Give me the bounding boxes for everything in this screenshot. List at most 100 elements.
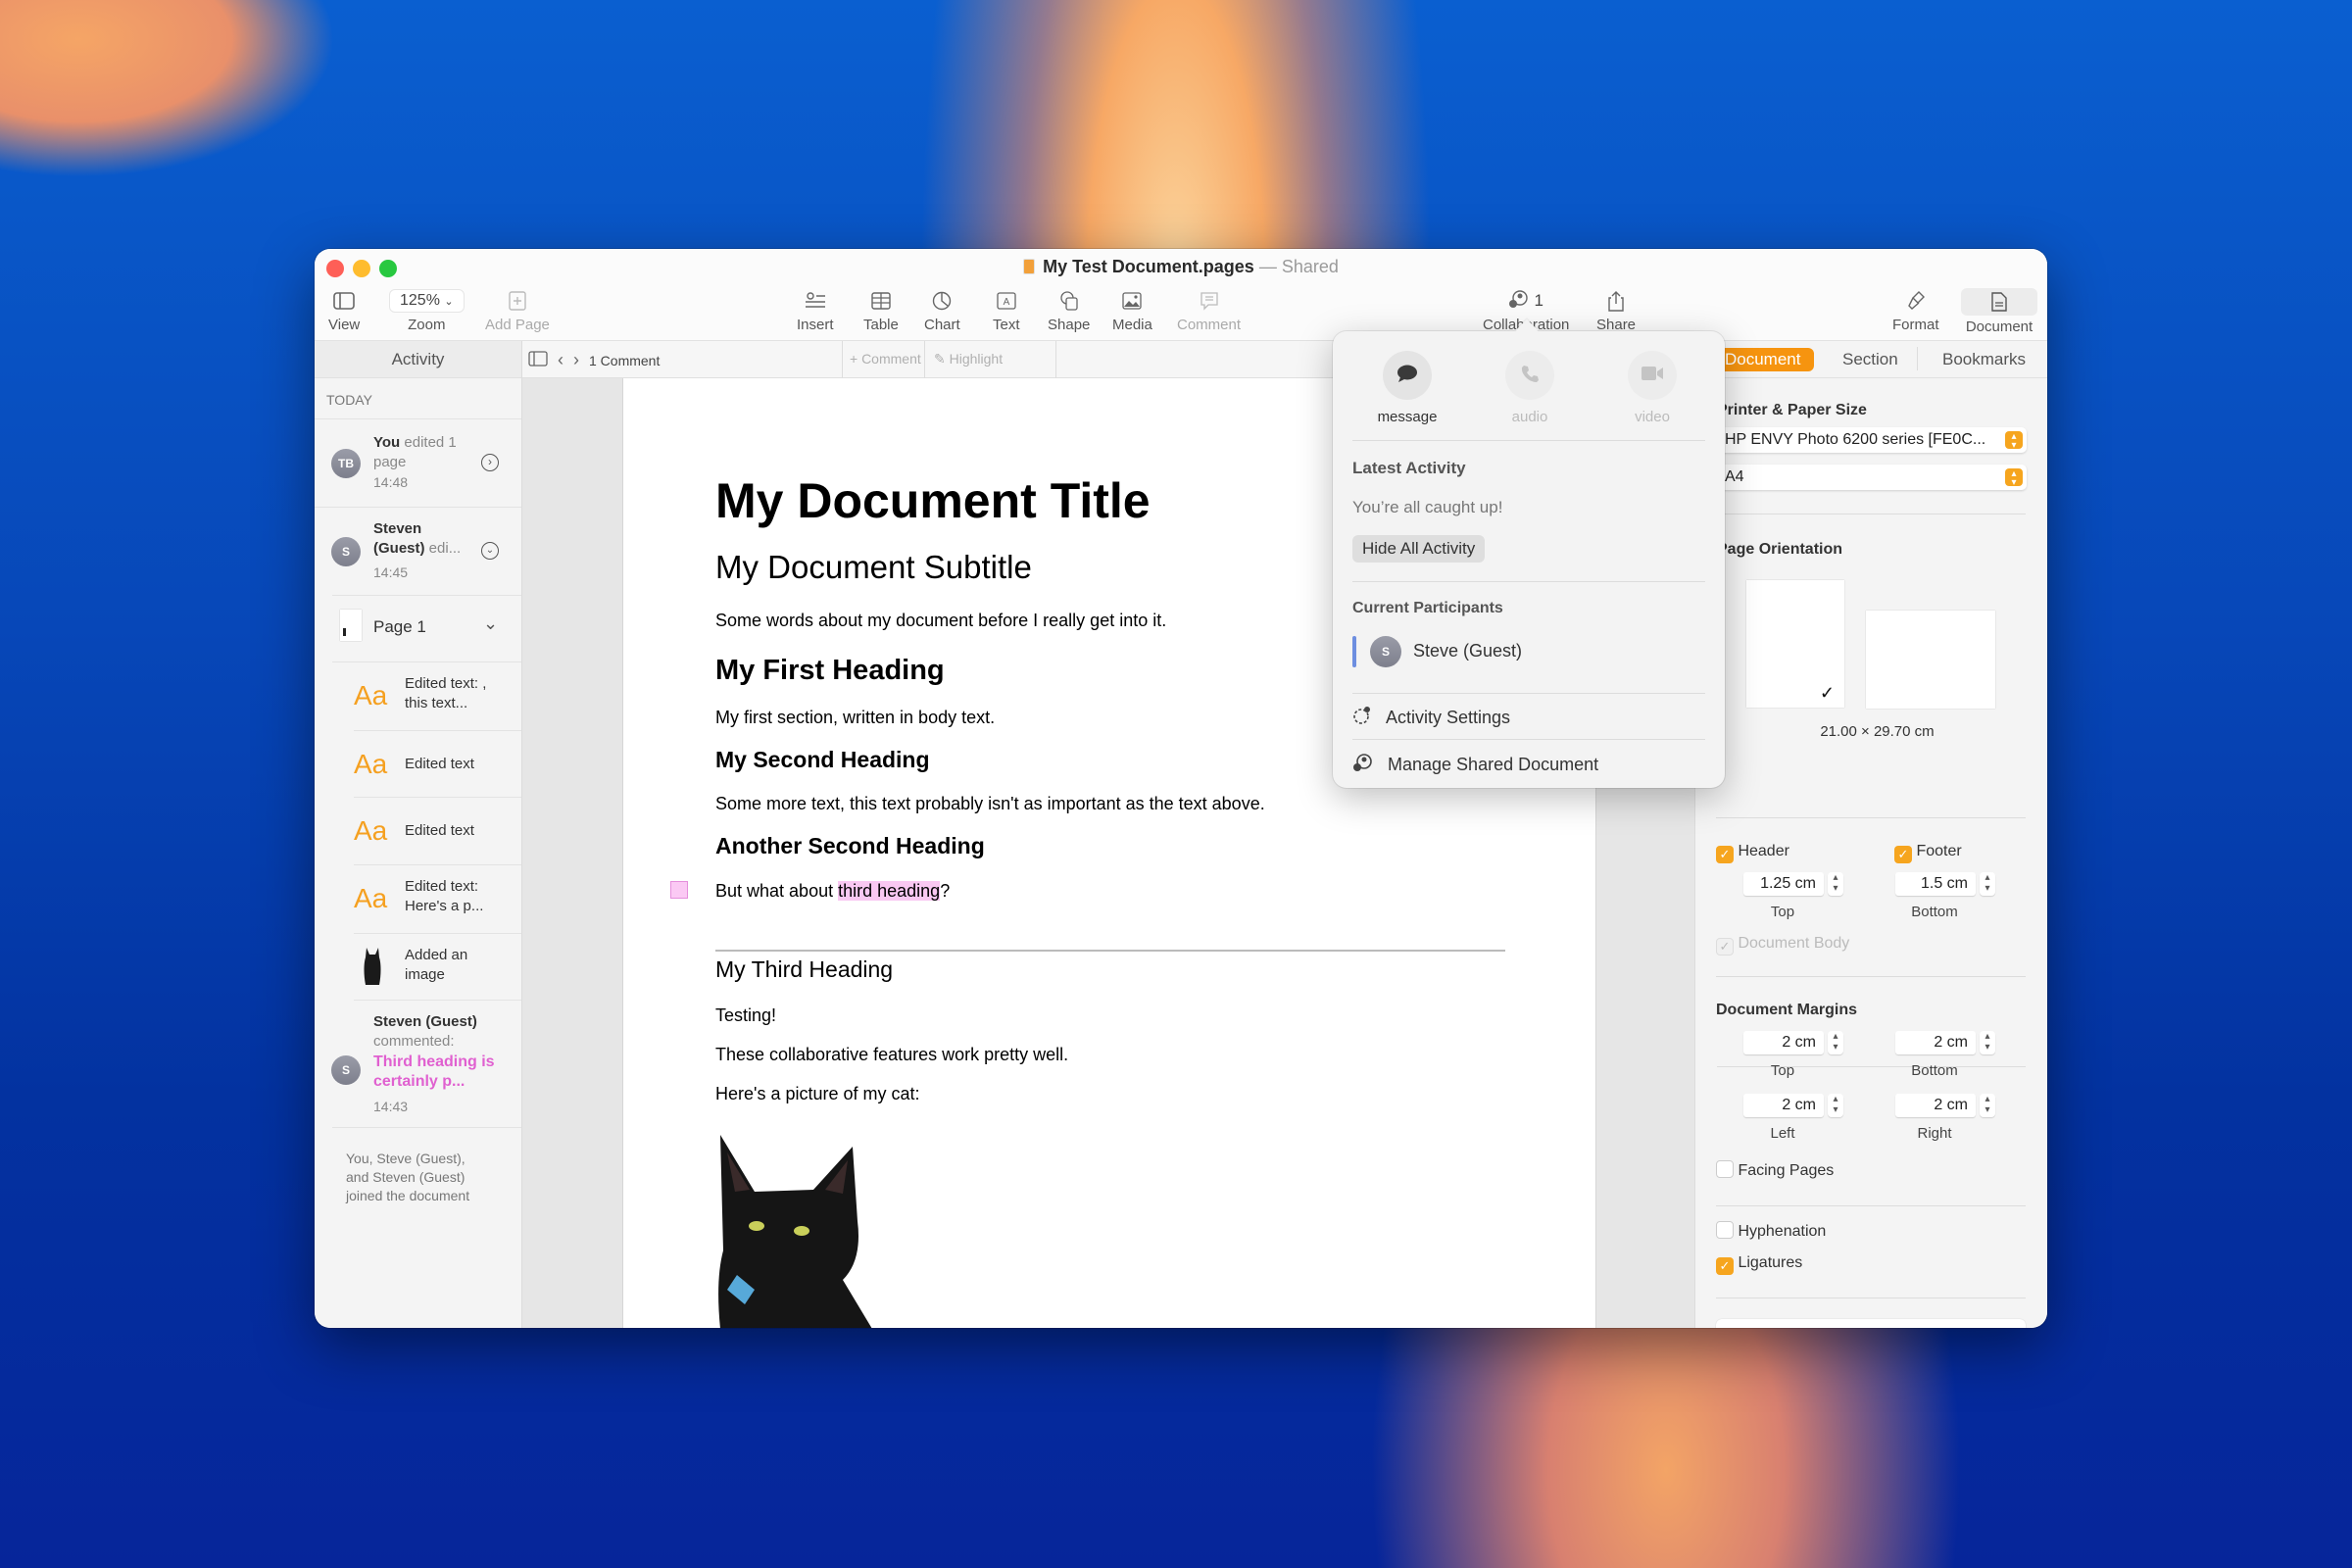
activity-item[interactable]: Aa Edited text: , this text... xyxy=(354,662,521,731)
doc-heading-3[interactable]: My Third Heading xyxy=(715,956,893,983)
activity-settings-item[interactable]: Activity Settings xyxy=(1352,706,1510,730)
doc-paragraph[interactable]: Testing! xyxy=(715,1005,776,1026)
insert-button[interactable]: Insert xyxy=(797,288,834,333)
doc-paragraph[interactable]: But what about third heading? xyxy=(715,881,950,902)
chart-icon xyxy=(932,288,952,314)
header-margin-value[interactable]: 1.25 cm xyxy=(1743,872,1824,896)
previous-comment-icon[interactable]: ‹ xyxy=(558,350,564,370)
document-label: Document xyxy=(1965,318,2034,335)
margin-top-value[interactable]: 2 cm xyxy=(1743,1031,1824,1054)
stepper-arrows-icon[interactable]: ▴ ▾ xyxy=(1828,1094,1843,1117)
activity-item[interactable]: Added an image xyxy=(354,934,521,1001)
inspector-tabs: Document Section Bookmarks xyxy=(1695,341,2047,378)
comment-marker[interactable] xyxy=(670,881,688,899)
footer-margin-value[interactable]: 1.5 cm xyxy=(1895,872,1976,896)
activity-user: Steven (Guest) xyxy=(373,520,425,557)
printer-value: HP ENVY Photo 6200 series [FE0C... xyxy=(1725,431,1986,448)
share-button[interactable]: Share xyxy=(1596,288,1636,333)
doc-title[interactable]: My Document Title xyxy=(715,472,1151,529)
doc-intro[interactable]: Some words about my document before I re… xyxy=(715,611,1166,631)
message-button[interactable] xyxy=(1383,351,1432,400)
activity-item[interactable]: Aa Edited text xyxy=(354,731,521,798)
title-separator: — xyxy=(1258,257,1277,276)
table-button[interactable]: Table xyxy=(863,288,899,333)
format-button[interactable]: Format xyxy=(1892,288,1939,333)
doc-paragraph[interactable]: Some more text, this text probably isn't… xyxy=(715,794,1265,814)
footer-checkbox[interactable]: ✓ Footer xyxy=(1894,843,1962,863)
add-page-button[interactable]: Add Page xyxy=(485,288,550,333)
participant-name[interactable]: Steve (Guest) xyxy=(1413,641,1522,662)
hide-all-activity-button[interactable]: Hide All Activity xyxy=(1352,535,1486,563)
margin-top-stepper[interactable]: 2 cm ▴ ▾ xyxy=(1743,1031,1843,1054)
checkbox-unchecked-icon xyxy=(1716,1160,1734,1178)
doc-subtitle[interactable]: My Document Subtitle xyxy=(715,549,1032,586)
highlighted-text[interactable]: third heading xyxy=(838,881,941,901)
chevron-right-circle-icon[interactable]: › xyxy=(481,454,499,471)
paper-size-select[interactable]: A4 ▴ ▾ xyxy=(1717,465,2027,490)
stepper-arrows-icon[interactable]: ▴ ▾ xyxy=(1828,1031,1843,1054)
doc-paragraph[interactable]: These collaborative features work pretty… xyxy=(715,1045,1068,1065)
activity-item[interactable]: Aa Edited text xyxy=(354,798,521,865)
doc-heading-2[interactable]: Another Second Heading xyxy=(715,833,985,859)
manage-shared-document-item[interactable]: Manage Shared Document xyxy=(1352,753,1598,777)
stepper-arrows-icon[interactable]: ▴ ▾ xyxy=(1980,872,1995,896)
activity-item[interactable]: TB You edited 1 page 14:48 › xyxy=(315,419,521,508)
collaboration-icon xyxy=(1508,289,1530,314)
updown-chevron-icon: ▴ ▾ xyxy=(2005,431,2023,451)
printer-select[interactable]: HP ENVY Photo 6200 series [FE0C... ▴ ▾ xyxy=(1717,427,2027,453)
toolbar: My Test Document.pages — Shared View 125… xyxy=(315,249,2047,341)
stepper-arrows-icon[interactable]: ▴ ▾ xyxy=(1980,1094,1995,1117)
stepper-arrows-icon[interactable]: ▴ ▾ xyxy=(1828,872,1843,896)
highlight-button[interactable]: ✎ Highlight xyxy=(934,351,1003,368)
margin-right-stepper[interactable]: 2 cm ▴ ▾ xyxy=(1895,1094,1995,1117)
tab-bookmarks[interactable]: Bookmarks xyxy=(1942,350,2026,369)
page-group[interactable]: Page 1 ⌄ xyxy=(332,596,521,662)
cat-image[interactable] xyxy=(715,1133,882,1328)
section-today: TODAY xyxy=(315,378,521,419)
checkbox-checked-icon: ✓ xyxy=(1894,846,1912,863)
shape-button[interactable]: Shape xyxy=(1048,288,1090,333)
comment-count: 1 Comment xyxy=(589,352,661,368)
toggle-comments-pane-icon[interactable] xyxy=(528,351,548,369)
text-button[interactable]: A Text xyxy=(993,288,1020,333)
media-button[interactable]: Media xyxy=(1112,288,1152,333)
activity-item[interactable]: S Steven (Guest) edi... 14:45 ⌄ xyxy=(331,508,521,596)
header-margin-stepper[interactable]: 1.25 cm ▴ ▾ xyxy=(1743,872,1843,896)
audio-button[interactable] xyxy=(1505,351,1554,400)
tab-section[interactable]: Section xyxy=(1842,350,1898,369)
margin-bottom-stepper[interactable]: 2 cm ▴ ▾ xyxy=(1895,1031,1995,1054)
view-button[interactable]: View xyxy=(328,288,360,333)
landscape-option[interactable] xyxy=(1866,611,1995,709)
header-checkbox[interactable]: ✓ Header xyxy=(1716,843,1789,863)
portrait-option[interactable]: ✓ xyxy=(1746,580,1844,708)
hyphenation-checkbox[interactable]: Hyphenation xyxy=(1716,1221,1826,1241)
margin-bottom-value[interactable]: 2 cm xyxy=(1895,1031,1976,1054)
doc-paragraph[interactable]: Here's a picture of my cat: xyxy=(715,1084,920,1104)
doc-heading-2[interactable]: My Second Heading xyxy=(715,747,930,773)
footer-margin-stepper[interactable]: 1.5 cm ▴ ▾ xyxy=(1895,872,1995,896)
video-button[interactable] xyxy=(1628,351,1677,400)
comment-activity-item[interactable]: S Steven (Guest) commented: Third headin… xyxy=(331,1001,521,1128)
doc-heading-1[interactable]: My First Heading xyxy=(715,655,945,687)
chart-button[interactable]: Chart xyxy=(924,288,960,333)
comment-button[interactable]: Comment xyxy=(1177,288,1241,333)
next-comment-icon[interactable]: › xyxy=(573,350,579,370)
ligatures-checkbox[interactable]: ✓ Ligatures xyxy=(1716,1254,1802,1275)
chevron-down-circle-icon[interactable]: ⌄ xyxy=(481,542,499,560)
margin-left-value[interactable]: 2 cm xyxy=(1743,1094,1824,1117)
add-comment-button[interactable]: + Comment xyxy=(850,351,921,367)
stepper-arrows-icon[interactable]: ▴ ▾ xyxy=(1980,1031,1995,1054)
margin-right-value[interactable]: 2 cm xyxy=(1895,1094,1976,1117)
activity-header: Activity xyxy=(315,341,521,378)
doc-paragraph[interactable]: My first section, written in body text. xyxy=(715,708,995,728)
activity-item[interactable]: Aa Edited text: Here's a p... xyxy=(354,865,521,934)
margin-left-stepper[interactable]: 2 cm ▴ ▾ xyxy=(1743,1094,1843,1117)
facing-pages-checkbox[interactable]: Facing Pages xyxy=(1716,1160,1834,1180)
chevron-down-icon[interactable]: ⌄ xyxy=(483,613,498,634)
highlighter-icon: ✎ xyxy=(934,351,946,367)
joined-message: You, Steve (Guest), and Steven (Guest) j… xyxy=(346,1151,470,1203)
zoom-control[interactable]: 125% ⌄ Zoom xyxy=(389,288,465,333)
zoom-select[interactable]: 125% ⌄ xyxy=(389,289,465,313)
comment-preview[interactable]: Third heading is certainly p... xyxy=(373,1053,506,1092)
document-inspector-button[interactable]: Document xyxy=(1961,288,2037,335)
